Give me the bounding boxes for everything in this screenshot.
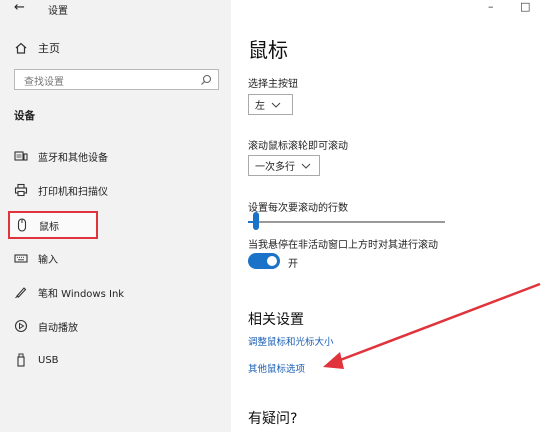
scroll-setting-label: 滚动鼠标滚轮即可滚动 [248,141,348,152]
search-placeholder: 查找设置 [24,77,64,88]
mouse-icon [17,218,27,232]
main-content: 鼠标 选择主按钮 左 滚动鼠标滚轮即可滚动 一次多行 设置每次要滚动的行数 当我… [231,0,543,432]
primary-button-label: 选择主按钮 [248,79,298,90]
autoplay-icon [14,319,28,333]
question-heading: 有疑问? [248,411,298,427]
scroll-setting-dropdown[interactable]: 一次多行 [248,155,320,176]
pen-icon [15,287,27,299]
bluetooth-devices-icon [14,151,28,161]
search-icon[interactable] [200,74,212,86]
search-input[interactable]: 查找设置 [14,69,219,90]
nav-home[interactable]: 主页 [14,39,60,57]
back-icon[interactable]: ← [14,0,25,16]
sidebar-item-printers[interactable]: 打印机和扫描仪 [14,179,108,201]
home-icon [15,42,27,54]
sidebar-item-label: 打印机和扫描仪 [38,186,108,198]
nav-home-label: 主页 [38,42,60,55]
sidebar: ← 设置 主页 查找设置 设备 蓝牙和其他设备 打印机和扫描仪 鼠标 输入 笔和… [0,0,231,432]
sidebar-item-label: 自动播放 [38,322,78,334]
chevron-down-icon [271,102,281,108]
minimize-button[interactable]: – [488,0,494,14]
section-title: 设备 [14,110,35,122]
sidebar-item-mouse[interactable]: 鼠标 [8,211,98,239]
inactive-scroll-toggle[interactable] [248,253,280,269]
sidebar-item-label: 笔和 Windows Ink [38,288,125,300]
sidebar-item-bluetooth[interactable]: 蓝牙和其他设备 [14,145,108,167]
additional-mouse-options-link[interactable]: 其他鼠标选项 [248,361,305,375]
page-title: 鼠标 [248,38,288,62]
usb-icon [17,353,25,367]
sidebar-item-pen[interactable]: 笔和 Windows Ink [14,281,124,303]
inactive-scroll-label: 当我悬停在非活动窗口上方时对其进行滚动 [248,240,438,251]
scroll-setting-value: 一次多行 [255,162,295,173]
sidebar-item-label: 输入 [38,254,58,266]
sidebar-item-label: USB [38,354,59,366]
adjust-cursor-size-link[interactable]: 调整鼠标和光标大小 [248,334,334,348]
toggle-state-label: 开 [288,259,298,270]
sidebar-item-label: 鼠标 [39,221,59,233]
sidebar-item-input[interactable]: 输入 [14,247,58,269]
lines-slider-track[interactable] [248,221,445,223]
primary-button-value: 左 [255,101,265,112]
primary-button-dropdown[interactable]: 左 [248,94,293,115]
related-settings-heading: 相关设置 [248,312,304,328]
lines-slider-thumb[interactable] [252,212,259,230]
maximize-button[interactable]: □ [520,0,530,14]
sidebar-item-usb[interactable]: USB [14,349,59,371]
sidebar-item-label: 蓝牙和其他设备 [38,152,108,164]
lines-to-scroll-label: 设置每次要滚动的行数 [248,203,348,214]
keyboard-icon [14,254,28,263]
window-title: 设置 [48,6,68,17]
printer-icon [14,183,28,197]
sidebar-item-autoplay[interactable]: 自动播放 [14,315,78,337]
chevron-down-icon [301,163,311,169]
toggle-knob [267,256,277,266]
